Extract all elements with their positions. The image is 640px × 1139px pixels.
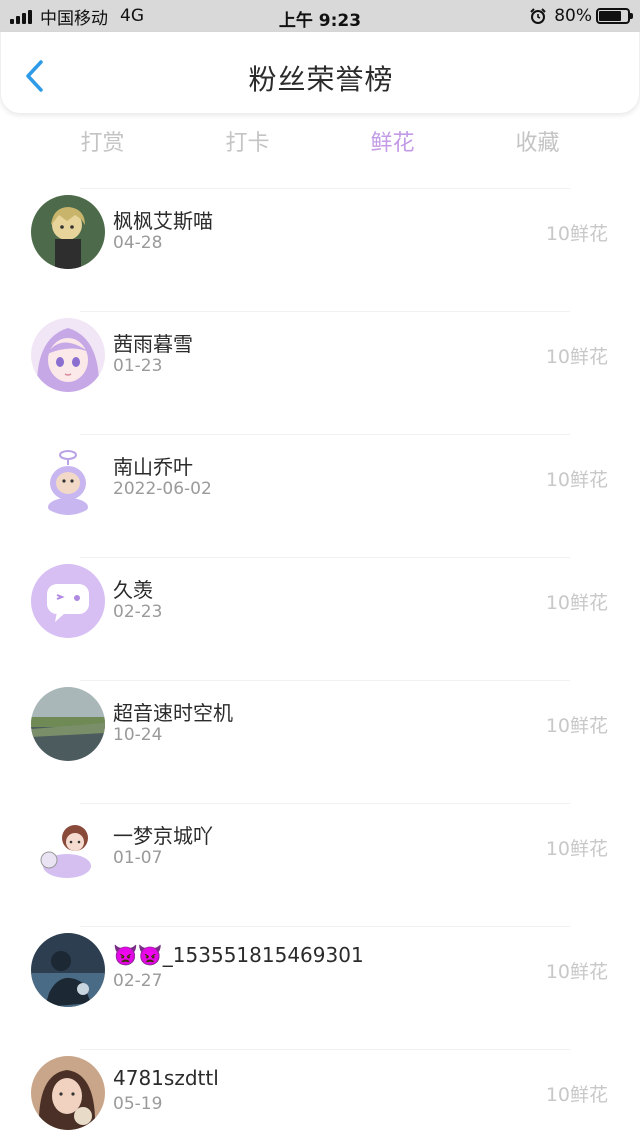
flower-amount: 10鲜花 [545, 592, 608, 614]
list-item[interactable]: 👿👿_153551815469301 02-27 10鲜花 [31, 926, 608, 1049]
fan-name: 一梦京城吖 [113, 824, 213, 848]
flower-amount: 10鲜花 [545, 346, 608, 368]
list-item[interactable]: 久羡 02-23 10鲜花 [31, 557, 608, 680]
fan-date: 02-23 [113, 602, 163, 622]
avatar[interactable] [31, 318, 105, 392]
alarm-icon [530, 8, 546, 24]
list-item[interactable]: 枫枫艾斯喵 04-28 10鲜花 [31, 188, 608, 311]
fan-date: 04-28 [113, 233, 163, 253]
fan-date: 10-24 [113, 725, 163, 745]
fan-date: 05-19 [113, 1094, 163, 1114]
tab-bar: 打赏 打卡 鲜花 收藏 [30, 124, 610, 164]
fan-name: 枫枫艾斯喵 [113, 209, 213, 233]
flower-amount: 10鲜花 [545, 1084, 608, 1106]
status-bar: 中国移动 4G 上午 9:23 80% [0, 0, 640, 32]
avatar[interactable] [31, 933, 105, 1007]
list-item-content: 一梦京城吖 01-07 10鲜花 [0, 804, 640, 927]
tab-0[interactable]: 打赏 [30, 124, 175, 164]
avatar[interactable] [31, 195, 105, 269]
nav-header: 粉丝荣誉榜 [0, 32, 640, 114]
list-item-content: 南山乔叶 2022-06-02 10鲜花 [0, 435, 640, 558]
flower-amount: 10鲜花 [545, 715, 608, 737]
tab-2[interactable]: 鲜花 [320, 124, 465, 164]
fan-date: 01-07 [113, 848, 163, 868]
avatar[interactable] [31, 441, 105, 515]
page-title: 粉丝荣誉榜 [248, 63, 394, 96]
list-item-content: 超音速时空机 10-24 10鲜花 [0, 681, 640, 804]
fan-date: 2022-06-02 [113, 479, 212, 499]
flower-amount: 10鲜花 [545, 223, 608, 245]
list-item-content: 茜雨暮雪 01-23 10鲜花 [0, 312, 640, 435]
tab-3[interactable]: 收藏 [465, 124, 610, 164]
tab-1[interactable]: 打卡 [175, 124, 320, 164]
list-item[interactable]: 4781szdttl 05-19 10鲜花 [31, 1049, 608, 1139]
fan-name: 久羡 [113, 578, 153, 602]
fan-name: 4781szdttl [113, 1066, 219, 1090]
avatar[interactable] [31, 1056, 105, 1130]
flower-amount: 10鲜花 [545, 961, 608, 983]
list-item-content: 久羡 02-23 10鲜花 [0, 558, 640, 681]
list-item[interactable]: 南山乔叶 2022-06-02 10鲜花 [31, 434, 608, 557]
list-item[interactable]: 超音速时空机 10-24 10鲜花 [31, 680, 608, 803]
status-right: 80% [530, 6, 633, 26]
avatar[interactable] [31, 687, 105, 761]
list-item[interactable]: 茜雨暮雪 01-23 10鲜花 [31, 311, 608, 434]
list-item-content: 👿👿_153551815469301 02-27 10鲜花 [0, 927, 640, 1050]
fan-date: 01-23 [113, 356, 163, 376]
fan-name: 茜雨暮雪 [113, 332, 193, 356]
battery-icon [596, 8, 633, 24]
avatar[interactable] [31, 810, 105, 884]
fan-date: 02-27 [113, 971, 163, 991]
battery-percent: 80% [554, 6, 592, 26]
fan-name: 👿👿_153551815469301 [113, 943, 364, 967]
fan-name: 南山乔叶 [113, 455, 193, 479]
flower-amount: 10鲜花 [545, 469, 608, 491]
list-item[interactable]: 一梦京城吖 01-07 10鲜花 [31, 803, 608, 926]
list-item-content: 4781szdttl 05-19 10鲜花 [0, 1050, 640, 1139]
flower-amount: 10鲜花 [545, 838, 608, 860]
fan-name: 超音速时空机 [113, 701, 233, 725]
list-item-content: 枫枫艾斯喵 04-28 10鲜花 [0, 189, 640, 312]
fan-list: 枫枫艾斯喵 04-28 10鲜花 茜雨暮雪 01-23 10鲜花 南山乔叶 2022-06-0… [0, 188, 640, 1139]
avatar[interactable] [31, 564, 105, 638]
battery-fill [599, 11, 622, 21]
